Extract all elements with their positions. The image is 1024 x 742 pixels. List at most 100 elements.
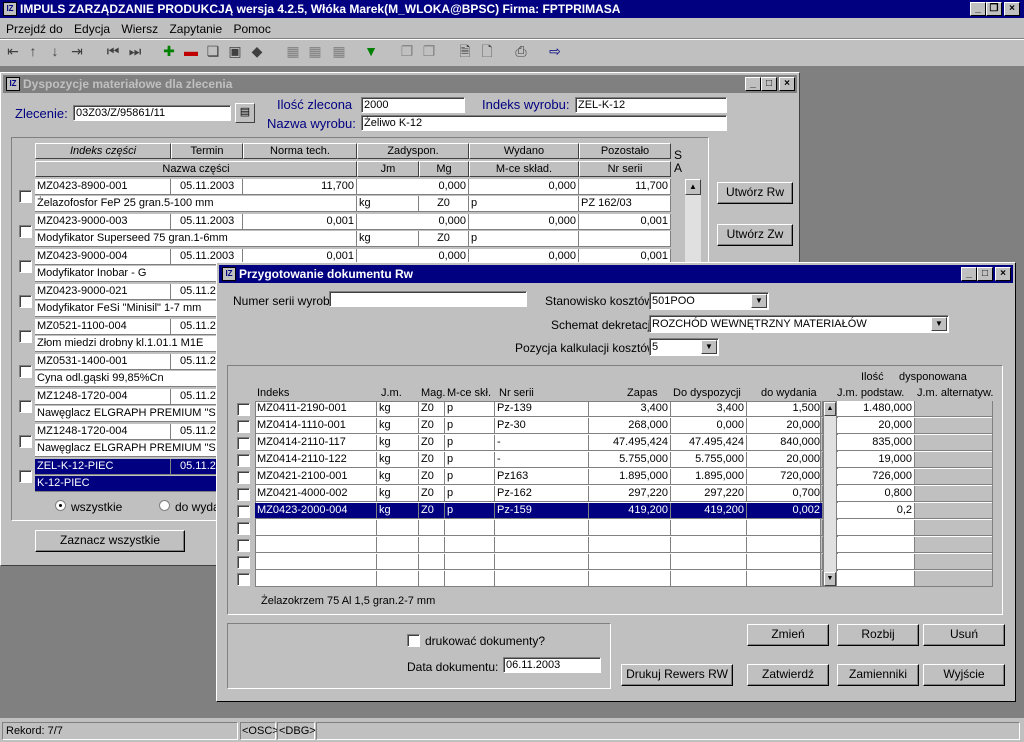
rw-cell-jmalt[interactable] (915, 520, 993, 536)
ilosc-field[interactable]: 2000 (361, 97, 465, 113)
rw-cell-jmpodst[interactable]: 0,2 (837, 503, 915, 519)
col-header-mce[interactable]: M-ce skład. (469, 161, 579, 177)
rw-row-checkbox[interactable] (237, 403, 250, 416)
col-header-jm[interactable]: Jm (357, 161, 419, 177)
rw-row-checkbox[interactable] (237, 556, 250, 569)
row-checkbox[interactable] (19, 225, 32, 238)
zlecenie-lookup-button[interactable]: ▤ (235, 103, 255, 123)
rw-cell-nrserii[interactable] (495, 537, 589, 553)
rw-row-checkbox[interactable] (237, 437, 250, 450)
scroll-up-button[interactable]: ▲ (685, 179, 701, 195)
rw-cell-mce[interactable]: p (445, 401, 495, 417)
prev-block-icon[interactable]: ⏮ (104, 42, 122, 60)
radio-do-wydania[interactable] (159, 500, 170, 511)
rw-cell-mag[interactable]: Z0 (419, 486, 445, 502)
rw-cell-dowydania[interactable]: 0,002 (747, 503, 823, 519)
rw-cell-mce[interactable] (445, 537, 495, 553)
print-documents-checkbox[interactable] (407, 634, 420, 647)
rw-cell-mce[interactable]: p (445, 503, 495, 519)
col-header-mg[interactable]: Mg (419, 161, 469, 177)
rw-cell-zapas[interactable]: 419,200 (589, 503, 671, 519)
rw-cell-dowydania[interactable] (747, 571, 823, 587)
rw-cell-zapas[interactable]: 47.495,424 (589, 435, 671, 451)
col-header-zadyspon[interactable]: Zadyspon. (357, 143, 469, 159)
last-record-icon[interactable]: ⇥ (68, 42, 86, 60)
rw-cell-mce[interactable]: p (445, 435, 495, 451)
row-indeks[interactable]: MZ0521-1100-004 (35, 319, 171, 335)
rw-cell-mce[interactable] (445, 520, 495, 536)
rw-row-checkbox[interactable] (237, 522, 250, 535)
row-indeks[interactable]: MZ1248-1720-004 (35, 389, 171, 405)
row-mg[interactable]: Z0 (419, 231, 469, 247)
create-zw-button[interactable]: Utwórz Zw (717, 224, 793, 246)
rw-cell-jmalt[interactable] (915, 503, 993, 519)
rw-cell-indeks[interactable]: MZ0423-2000-004 (255, 503, 377, 519)
clear-icon[interactable]: ◆ (248, 42, 266, 60)
rw-cell-jm[interactable] (377, 520, 419, 536)
rw-cell-dodysp[interactable] (671, 537, 747, 553)
rw-cell-mag[interactable] (419, 554, 445, 570)
row-checkbox[interactable] (19, 295, 32, 308)
rw-cell-dodysp[interactable]: 1.895,000 (671, 469, 747, 485)
rw-cell-jm[interactable]: kg (377, 469, 419, 485)
rw-cell-indeks[interactable]: MZ0414-2110-117 (255, 435, 377, 451)
rw-cell-dowydania[interactable]: 0,700 (747, 486, 823, 502)
col-header-wydano[interactable]: Wydano (469, 143, 579, 159)
dyspozycje-minimize-button[interactable]: _ (745, 77, 761, 91)
rw-cell-nrserii[interactable]: Pz-162 (495, 486, 589, 502)
row-indeks[interactable]: MZ0423-8900-001 (35, 179, 171, 195)
rw-cell-jmalt[interactable] (915, 571, 993, 587)
col-header-indeks[interactable]: Indeks części (35, 143, 171, 159)
rw-cell-jm[interactable]: kg (377, 486, 419, 502)
rw-cell-nrserii[interactable]: - (495, 435, 589, 451)
down-arrow-icon[interactable]: ↓ (46, 42, 64, 60)
rw-row-checkbox[interactable] (237, 573, 250, 586)
dyspozycje-maximize-button[interactable]: □ (761, 77, 777, 91)
rw-cell-mag[interactable]: Z0 (419, 418, 445, 434)
rw-cell-jm[interactable]: kg (377, 503, 419, 519)
rw-cell-dodysp[interactable]: 297,220 (671, 486, 747, 502)
row-norma[interactable]: 11,700 (243, 179, 357, 195)
copy-icon[interactable]: ❐ (398, 42, 416, 60)
rw-cell-jmalt[interactable] (915, 469, 993, 485)
row-checkbox[interactable] (19, 330, 32, 343)
rw-row-checkbox[interactable] (237, 454, 250, 467)
rw-cell-jmalt[interactable] (915, 486, 993, 502)
dyspozycje-titlebar[interactable]: IZ Dyspozycje materiałowe dla zlecenia _… (3, 75, 797, 93)
rozbij-button[interactable]: Rozbij (837, 624, 919, 646)
zatwierdz-button[interactable]: Zatwierdź (747, 664, 829, 686)
rw-cell-indeks[interactable] (255, 571, 377, 587)
rw-cell-jm[interactable] (377, 571, 419, 587)
rw-cell-dowydania[interactable]: 720,000 (747, 469, 823, 485)
rw-cell-dodysp[interactable]: 5.755,000 (671, 452, 747, 468)
rw-cell-jm[interactable] (377, 537, 419, 553)
row-jm[interactable]: kg (357, 231, 419, 247)
row-checkbox[interactable] (19, 470, 32, 483)
rw-cell-mag[interactable] (419, 537, 445, 553)
rw-cell-mce[interactable]: p (445, 418, 495, 434)
col-header-norma[interactable]: Norma tech. (243, 143, 357, 159)
rw-cell-jmpodst[interactable]: 0,800 (837, 486, 915, 502)
insert-record-icon[interactable]: ✚ (160, 42, 178, 60)
rw-cell-jmpodst[interactable]: 835,000 (837, 435, 915, 451)
row-nrserii[interactable]: PZ 162/03 (579, 196, 671, 212)
rw-cell-indeks[interactable]: MZ0421-2100-001 (255, 469, 377, 485)
rw-cell-dowydania[interactable]: 1,500 (747, 401, 823, 417)
row-nazwa[interactable]: Żelazofosfor FeP 25 gran.5-100 mm (35, 196, 357, 212)
rw-cell-jmalt[interactable] (915, 554, 993, 570)
row-indeks[interactable]: MZ0423-9000-021 (35, 284, 171, 300)
schemat-dropdown-icon[interactable]: ▼ (931, 317, 947, 331)
rw-minimize-button[interactable]: _ (961, 267, 977, 281)
pozycja-dropdown-icon[interactable]: ▼ (701, 340, 717, 354)
rw-cell-nrserii[interactable] (495, 554, 589, 570)
rw-cell-nrserii[interactable] (495, 520, 589, 536)
rw-cell-dodysp[interactable]: 419,200 (671, 503, 747, 519)
rw-cell-dowydania[interactable]: 20,000 (747, 452, 823, 468)
rw-cell-mag[interactable]: Z0 (419, 401, 445, 417)
rw-cell-jm[interactable]: kg (377, 418, 419, 434)
row-checkbox[interactable] (19, 190, 32, 203)
rw-cell-dowydania[interactable] (747, 554, 823, 570)
create-rw-button[interactable]: Utwórz Rw (717, 182, 793, 204)
row-wydano[interactable]: 0,000 (469, 214, 579, 230)
row-checkbox[interactable] (19, 435, 32, 448)
